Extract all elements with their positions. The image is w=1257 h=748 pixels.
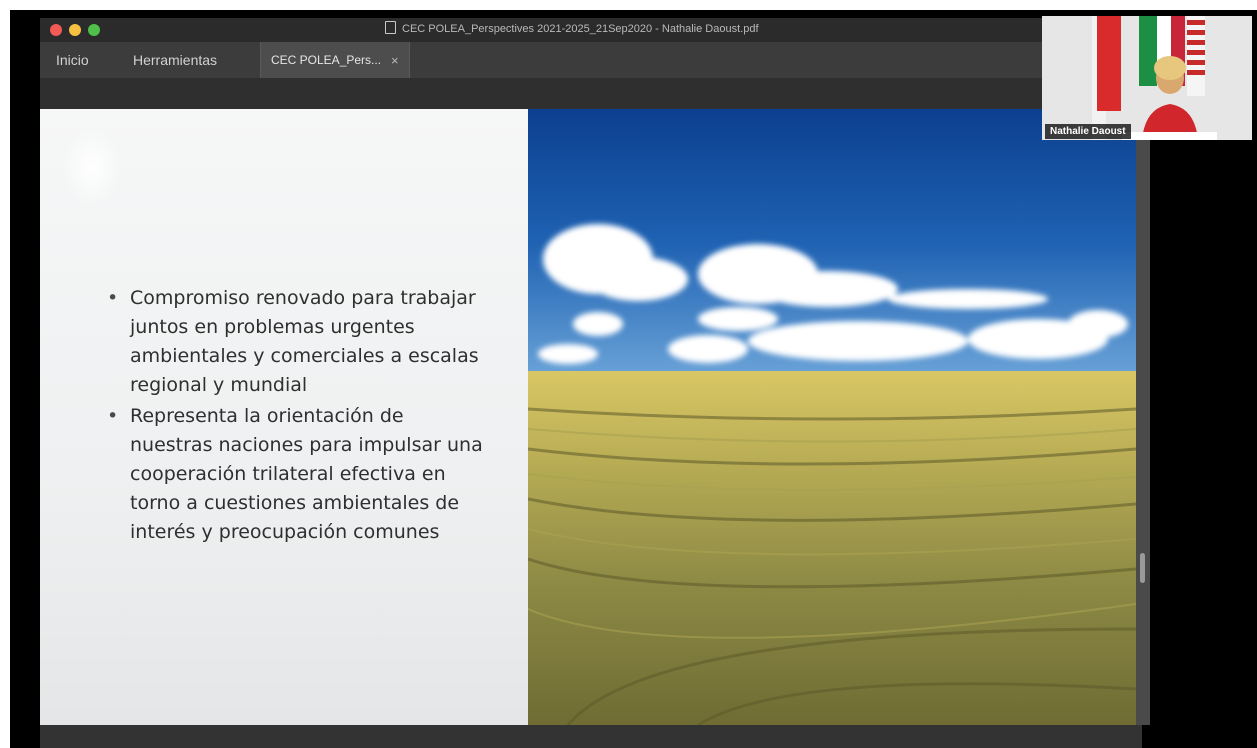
window-title-area: CEC POLEA_Perspectives 2021-2025_21Sep20… bbox=[385, 21, 759, 35]
vertical-scrollbar[interactable] bbox=[1136, 109, 1150, 725]
tab-document[interactable]: CEC POLEA_Pers... × bbox=[260, 42, 410, 78]
screen: CEC POLEA_Perspectives 2021-2025_21Sep20… bbox=[10, 10, 1257, 748]
wheat-field-image bbox=[528, 109, 1136, 725]
logo-image bbox=[62, 127, 122, 207]
zoom-window-button[interactable] bbox=[88, 24, 100, 36]
participant-name-label: Nathalie Daoust bbox=[1045, 124, 1131, 139]
tab-close-icon[interactable]: × bbox=[391, 54, 399, 67]
participant-video-tile[interactable] bbox=[1042, 16, 1252, 140]
close-window-button[interactable] bbox=[50, 24, 62, 36]
pdf-toolbar bbox=[40, 78, 1142, 109]
tab-herramientas[interactable]: Herramientas bbox=[133, 42, 217, 78]
window-title: CEC POLEA_Perspectives 2021-2025_21Sep20… bbox=[402, 22, 759, 35]
presentation-slide: Compromiso renovado para trabajar juntos… bbox=[40, 109, 1136, 725]
tab-document-label: CEC POLEA_Pers... bbox=[271, 53, 382, 67]
slide-text-panel: Compromiso renovado para trabajar juntos… bbox=[40, 109, 528, 725]
pdf-document-icon bbox=[385, 21, 396, 34]
minimize-window-button[interactable] bbox=[69, 24, 81, 36]
status-bar bbox=[40, 725, 1142, 748]
tab-bar: Inicio Herramientas CEC POLEA_Pers... × bbox=[40, 42, 1050, 78]
bullet-item: Representa la orientación de nuestras na… bbox=[100, 402, 490, 547]
window-controls bbox=[50, 24, 100, 36]
bullet-item: Compromiso renovado para trabajar juntos… bbox=[100, 284, 490, 400]
tab-inicio[interactable]: Inicio bbox=[56, 42, 89, 78]
window-titlebar: CEC POLEA_Perspectives 2021-2025_21Sep20… bbox=[40, 18, 1050, 42]
scrollbar-thumb[interactable] bbox=[1140, 553, 1145, 583]
bullet-list: Compromiso renovado para trabajar juntos… bbox=[100, 284, 490, 549]
